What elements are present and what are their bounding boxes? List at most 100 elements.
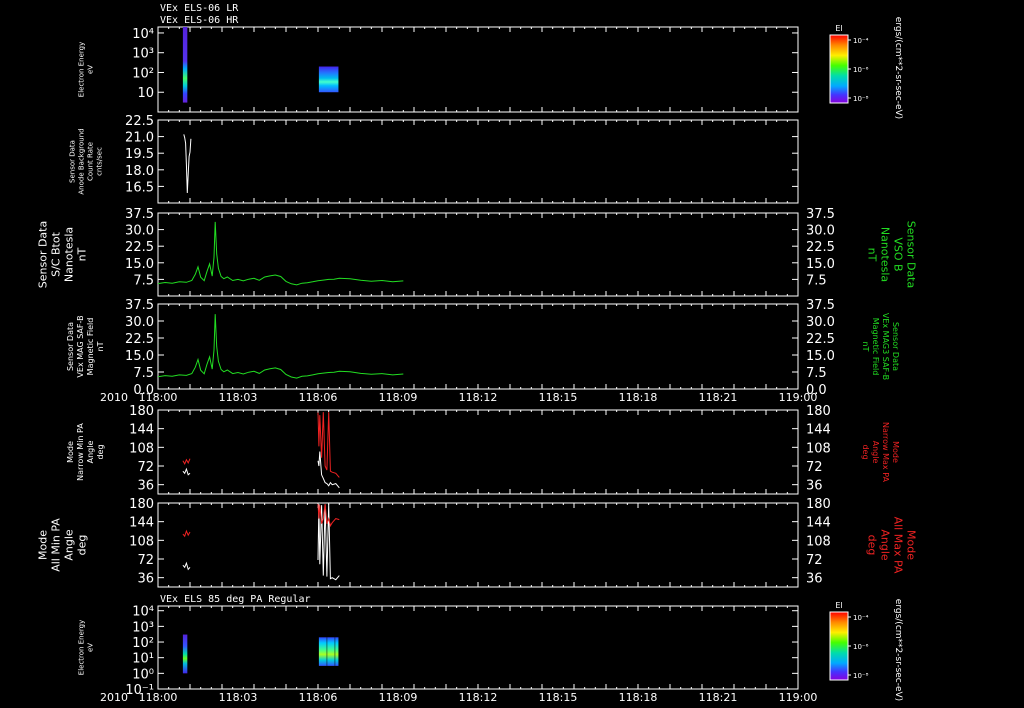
series-line xyxy=(182,561,191,571)
series-line xyxy=(158,314,798,378)
colorbar-units: ergs/(cm**2-sr-sec-eV) xyxy=(893,599,903,701)
y-axis-label: Electron Energy xyxy=(78,620,86,675)
right-axis-label: Magnetic Field xyxy=(871,318,880,376)
time-tick-label: 118:06 xyxy=(299,691,338,704)
y-tick-label-right: 22.5 xyxy=(806,240,835,255)
colorbar-label: El xyxy=(835,24,842,33)
y-tick-label: 37.5 xyxy=(125,207,154,222)
panel-frame xyxy=(157,409,799,495)
y-tick-label: 22.5 xyxy=(125,114,154,129)
y-tick-label-right: 108 xyxy=(806,441,831,456)
y-axis-label: All Min PA xyxy=(50,518,63,572)
y-axis-label: Anode Background xyxy=(78,128,86,194)
y-tick-label: 180 xyxy=(129,497,154,512)
panel-frame xyxy=(157,303,799,390)
time-tick-label: 118:15 xyxy=(539,691,578,704)
y-axis-label: Nanotesla xyxy=(63,227,76,282)
y-axis-label: VEx MAG SAF-B xyxy=(76,315,85,377)
y-tick-label: 10² xyxy=(132,636,154,651)
right-axis-label: Mode xyxy=(905,530,918,560)
y-axis-label: eV xyxy=(87,65,95,74)
y-tick-label-right: 36 xyxy=(806,479,823,494)
right-axis-label: nT xyxy=(866,248,879,262)
time-tick-label: 118:12 xyxy=(459,691,498,704)
time-tick-label: 118:12 xyxy=(459,391,498,404)
y-tick-label: 10⁰ xyxy=(132,667,154,682)
y-tick-label: 10¹ xyxy=(132,652,154,667)
y-tick-label: 30.0 xyxy=(125,315,154,330)
panel-frame xyxy=(157,605,799,690)
time-tick-label: 118:18 xyxy=(619,391,658,404)
time-tick-label: 118:03 xyxy=(219,391,258,404)
time-tick-label: 118:03 xyxy=(219,691,258,704)
y-axis-label: Narrow Min PA xyxy=(76,423,85,481)
time-tick-label: 119:00 xyxy=(779,391,818,404)
time-tick-label: 118:18 xyxy=(619,691,658,704)
y-tick-label: 10⁴ xyxy=(132,605,154,620)
plot-canvas: VEx ELS-06 LRVEx ELS-06 HR VEx ELS 85 deg… xyxy=(37,3,918,704)
panel-frame xyxy=(157,212,799,297)
y-tick-label: 180 xyxy=(129,404,154,419)
colorbar-tick-label: 10⁻⁴ xyxy=(853,614,869,622)
y-axis-label: Sensor Data xyxy=(69,140,77,183)
y-axis-label: nT xyxy=(76,247,89,261)
y-tick-label: 10³ xyxy=(132,47,154,62)
right-axis-label: Sensor Data xyxy=(905,221,918,288)
right-axis-label: VEx MAG3 SAF-B xyxy=(881,313,890,380)
y-tick-label: 10⁴ xyxy=(132,27,154,42)
y-tick-label-right: 72 xyxy=(806,460,823,475)
time-tick-label: 119:00 xyxy=(779,691,818,704)
y-tick-label: 108 xyxy=(129,441,154,456)
y-tick-label: 22.5 xyxy=(125,332,154,347)
y-tick-label-right: 180 xyxy=(806,497,831,512)
colorbar-tick-label: 10⁻⁸ xyxy=(853,672,869,680)
y-tick-label-right: 37.5 xyxy=(806,207,835,222)
right-axis-label: Mode xyxy=(891,441,900,463)
time-tick-label: 118:21 xyxy=(699,691,738,704)
colorbar xyxy=(829,611,849,681)
y-axis-label: deg xyxy=(96,444,105,459)
lower-title: VEx ELS 85 deg PA Regular xyxy=(160,594,311,605)
y-tick-label-right: 72 xyxy=(806,553,823,568)
y-tick-label: 144 xyxy=(129,516,154,531)
y-tick-label-right: 37.5 xyxy=(806,298,835,313)
colorbar-tick-label: 10⁻⁶ xyxy=(853,66,869,74)
els-summary-plot: VEx ELS-06 LR VEx ELS-06 HR VEx ELS 85 deg… xyxy=(0,0,1024,708)
y-tick-label: 21.0 xyxy=(125,131,154,146)
y-tick-label: 10 xyxy=(137,86,154,101)
y-tick-label: 16.5 xyxy=(125,180,154,195)
colorbar-tick-label: 10⁻⁸ xyxy=(853,95,869,103)
y-axis-label: Mode xyxy=(37,530,50,560)
time-tick-label: 118:09 xyxy=(379,691,418,704)
y-axis-label: Sensor Data xyxy=(66,322,75,371)
y-tick-label-right: 30.0 xyxy=(806,315,835,330)
series-line xyxy=(182,529,191,538)
y-tick-label: 37.5 xyxy=(125,298,154,313)
series-line xyxy=(158,222,798,285)
y-tick-label-right: 144 xyxy=(806,423,831,438)
right-axis-label: deg xyxy=(866,535,879,556)
right-axis-label: deg xyxy=(861,444,870,459)
spectrogram-block xyxy=(318,66,339,93)
y-axis-label: Magnetic Field xyxy=(86,318,95,376)
panel-frame xyxy=(157,502,799,588)
y-tick-label: 30.0 xyxy=(125,224,154,239)
y-tick-label: 72 xyxy=(137,553,154,568)
colorbar-tick-label: 10⁻⁶ xyxy=(853,643,869,651)
y-tick-label: 7.5 xyxy=(133,366,154,381)
y-tick-label: 7.5 xyxy=(133,273,154,288)
colorbar-label: El xyxy=(835,601,842,610)
y-tick-label-right: 15.0 xyxy=(806,349,835,364)
y-tick-label: 144 xyxy=(129,423,154,438)
year-label: 2010 xyxy=(100,691,128,704)
right-axis-label: Nanotesla xyxy=(879,227,892,282)
y-tick-label-right: 144 xyxy=(806,516,831,531)
y-tick-label: 22.5 xyxy=(125,240,154,255)
right-axis-label: nT xyxy=(861,342,870,352)
right-axis-label: VSO B xyxy=(892,237,905,271)
y-tick-label: 15.0 xyxy=(125,257,154,272)
y-tick-label: 108 xyxy=(129,534,154,549)
right-axis-label: All Max PA xyxy=(892,517,905,574)
y-axis-label: Angle xyxy=(86,441,95,464)
y-axis-label: Electron Energy xyxy=(78,42,86,97)
